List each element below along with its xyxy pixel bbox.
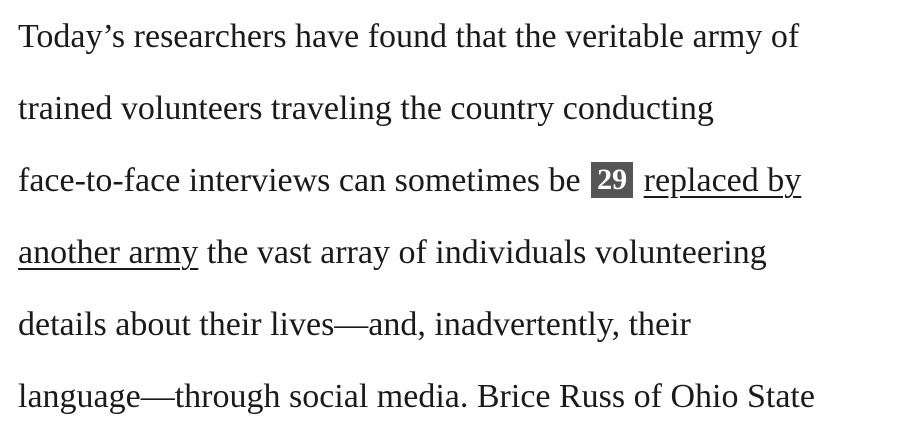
passage-text: the vast array of individuals volunteeri… <box>198 234 767 271</box>
passage-line: face-to-face interviews can sometimes be… <box>18 161 801 201</box>
passage-text: language—through social media. Brice Rus… <box>18 378 815 415</box>
underlined-portion-end[interactable]: another army <box>18 234 198 271</box>
passage-text: Today’s researchers have found that the … <box>18 18 800 55</box>
passage-line: Today’s researchers have found that the … <box>18 17 799 57</box>
question-number-badge[interactable]: 29 <box>591 162 634 198</box>
passage-text: face-to-face interviews can sometimes be <box>18 162 590 199</box>
passage-text: details about their lives—and, inadverte… <box>18 306 691 343</box>
passage-line: details about their lives—and, inadverte… <box>18 305 691 345</box>
passage-line: trained volunteers traveling the country… <box>18 89 714 129</box>
passage-line: language—through social media. Brice Rus… <box>18 377 815 417</box>
passage-line: another army the vast array of individua… <box>18 233 767 273</box>
passage-text: trained volunteers traveling the country… <box>18 90 714 127</box>
underlined-portion-start[interactable]: replaced by <box>644 162 802 199</box>
